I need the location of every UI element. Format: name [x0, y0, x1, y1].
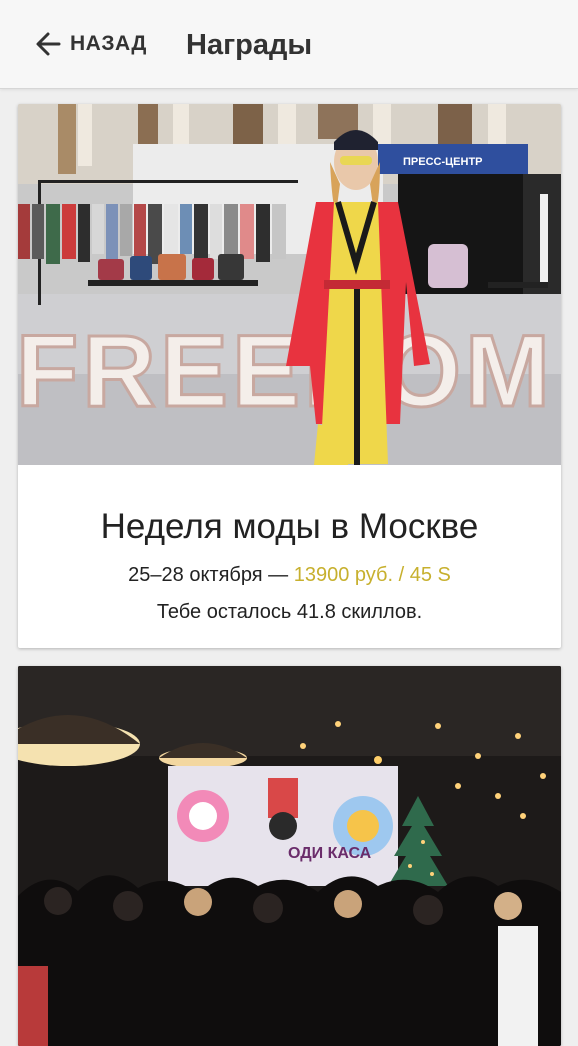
reward-remaining: Тебе осталось 41.8 скиллов.: [156, 601, 423, 623]
press-center-sign: ПРЕСС-ЦЕНТР: [403, 156, 483, 168]
reward-dates: 25–28 октября —: [128, 564, 294, 586]
reward-info: Неделя моды в Москве 25–28 октября — 139…: [18, 465, 561, 625]
reward-photo: ПРЕСС-ЦЕНТР FREEDOM: [18, 104, 561, 465]
reward-meta: 25–28 октября — 13900 руб. / 45 S: [18, 562, 561, 588]
reward-title: Неделя моды в Москве: [100, 507, 479, 546]
freedom-letters: FREEDOM: [18, 314, 554, 428]
app-bar: НАЗАД Награды: [0, 0, 578, 89]
page-title: Награды: [186, 29, 313, 61]
reward-price: 13900 руб. / 45 S: [293, 564, 451, 586]
arrow-left-icon: [36, 32, 61, 56]
back-button[interactable]: НАЗАД: [34, 26, 147, 62]
reward-card[interactable]: ОДИ КАСА: [18, 666, 561, 1046]
back-button-label: НАЗАД: [70, 32, 147, 55]
reward-photo: ОДИ КАСА: [18, 666, 561, 1046]
reward-card[interactable]: ПРЕСС-ЦЕНТР FREEDOM Неделя моды в Москве…: [18, 104, 561, 648]
screen-text: ОДИ КАСА: [288, 845, 372, 862]
